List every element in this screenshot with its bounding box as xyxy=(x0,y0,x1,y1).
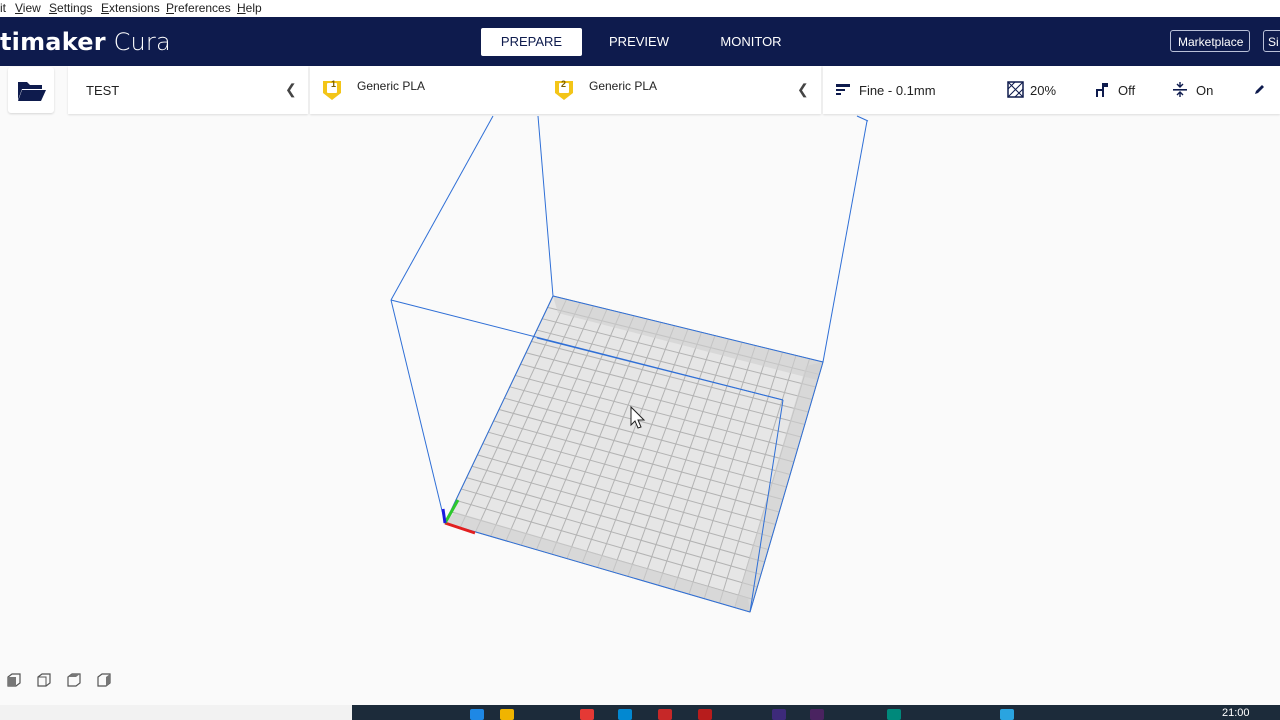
printer-selector[interactable]: TEST ❮ xyxy=(68,66,308,114)
menu-preferences[interactable]: Preferences xyxy=(166,1,231,15)
tab-monitor[interactable]: MONITOR xyxy=(708,28,794,56)
chevron-left-icon: ❮ xyxy=(285,81,297,97)
menu-view[interactable]: View xyxy=(15,1,41,15)
taskbar-cura-icon[interactable] xyxy=(1000,709,1014,720)
menu-settings[interactable]: Settings xyxy=(49,1,92,15)
menu-extensions[interactable]: Extensions xyxy=(101,1,160,15)
view-front-icon[interactable] xyxy=(36,672,52,688)
taskbar-app-purple-icon[interactable] xyxy=(772,709,786,720)
printer-name: TEST xyxy=(86,83,120,98)
menu-settings-mnemonic: S xyxy=(49,1,58,15)
taskbar-app-red-icon[interactable] xyxy=(580,709,594,720)
menu-settings-rest: ettings xyxy=(57,1,93,15)
taskbar-clock: 21:00 xyxy=(1222,707,1250,719)
extruder-1-number: 1 xyxy=(331,79,337,89)
app-logo: timaker Cura xyxy=(0,28,171,56)
view-3d-icon[interactable] xyxy=(6,672,22,688)
viewport-3d[interactable] xyxy=(0,115,1280,705)
menu-preferences-rest: references xyxy=(174,1,231,15)
open-file-button[interactable] xyxy=(8,67,54,113)
taskbar-search-box[interactable] xyxy=(0,705,352,720)
menu-view-rest: iew xyxy=(22,1,41,15)
app-logo-bold: timaker xyxy=(0,28,106,56)
menu-help[interactable]: Help xyxy=(237,1,262,15)
extruder-1-material: Generic PLA xyxy=(357,79,426,93)
menu-extensions-rest: xtensions xyxy=(109,1,160,15)
menu-preferences-mnemonic: P xyxy=(166,1,175,15)
taskbar-folder-icon[interactable] xyxy=(500,709,514,720)
taskbar-edge-icon[interactable] xyxy=(470,709,484,720)
app-logo-light: Cura xyxy=(105,28,171,56)
print-settings-panel[interactable]: Fine - 0.1mm 20% Off On xyxy=(823,66,1280,114)
extruder-2-material: Generic PLA xyxy=(589,79,658,93)
tab-prepare[interactable]: PREPARE xyxy=(481,28,582,56)
infill-icon xyxy=(1007,81,1024,98)
infill-value: 20% xyxy=(1030,83,1057,98)
menu-extensions-mnemonic: E xyxy=(101,1,110,15)
taskbar-app-blue-icon[interactable] xyxy=(618,709,632,720)
view-top-icon[interactable] xyxy=(66,672,82,688)
adhesion-icon xyxy=(1173,82,1187,97)
taskbar-app-m-icon[interactable] xyxy=(698,709,712,720)
taskbar-app-grid-icon[interactable] xyxy=(658,709,672,720)
z-axis xyxy=(441,508,447,524)
sign-in-button[interactable]: Si xyxy=(1263,30,1280,52)
profile-label: Fine - 0.1mm xyxy=(859,83,936,98)
support-value: Off xyxy=(1118,83,1136,98)
folder-open-icon xyxy=(18,82,46,101)
header-bar: timaker Cura PREPARE PREVIEW MONITOR Mar… xyxy=(0,17,1280,66)
taskbar-app-pr-icon[interactable] xyxy=(810,709,824,720)
menu-bar: it View Settings Extensions Preferences … xyxy=(0,0,1280,17)
taskbar-app-teal-icon[interactable] xyxy=(887,709,901,720)
extruder-2-number: 2 xyxy=(561,79,567,89)
menu-view-mnemonic: V xyxy=(15,1,23,15)
menu-help-rest: elp xyxy=(245,1,262,15)
marketplace-button[interactable]: Marketplace xyxy=(1170,30,1250,52)
tab-preview[interactable]: PREVIEW xyxy=(596,28,682,56)
chevron-left-icon: ❮ xyxy=(797,81,809,97)
menu-edit[interactable]: it xyxy=(0,1,6,15)
view-side-icon[interactable] xyxy=(96,672,112,688)
material-selector[interactable]: 1 Generic PLA 2 Generic PLA ❮ xyxy=(310,66,821,114)
pencil-icon[interactable] xyxy=(1253,83,1266,96)
profile-layers-icon xyxy=(836,84,850,95)
support-icon xyxy=(1096,83,1108,97)
adhesion-value: On xyxy=(1196,83,1214,98)
menu-help-mnemonic: H xyxy=(237,1,246,15)
